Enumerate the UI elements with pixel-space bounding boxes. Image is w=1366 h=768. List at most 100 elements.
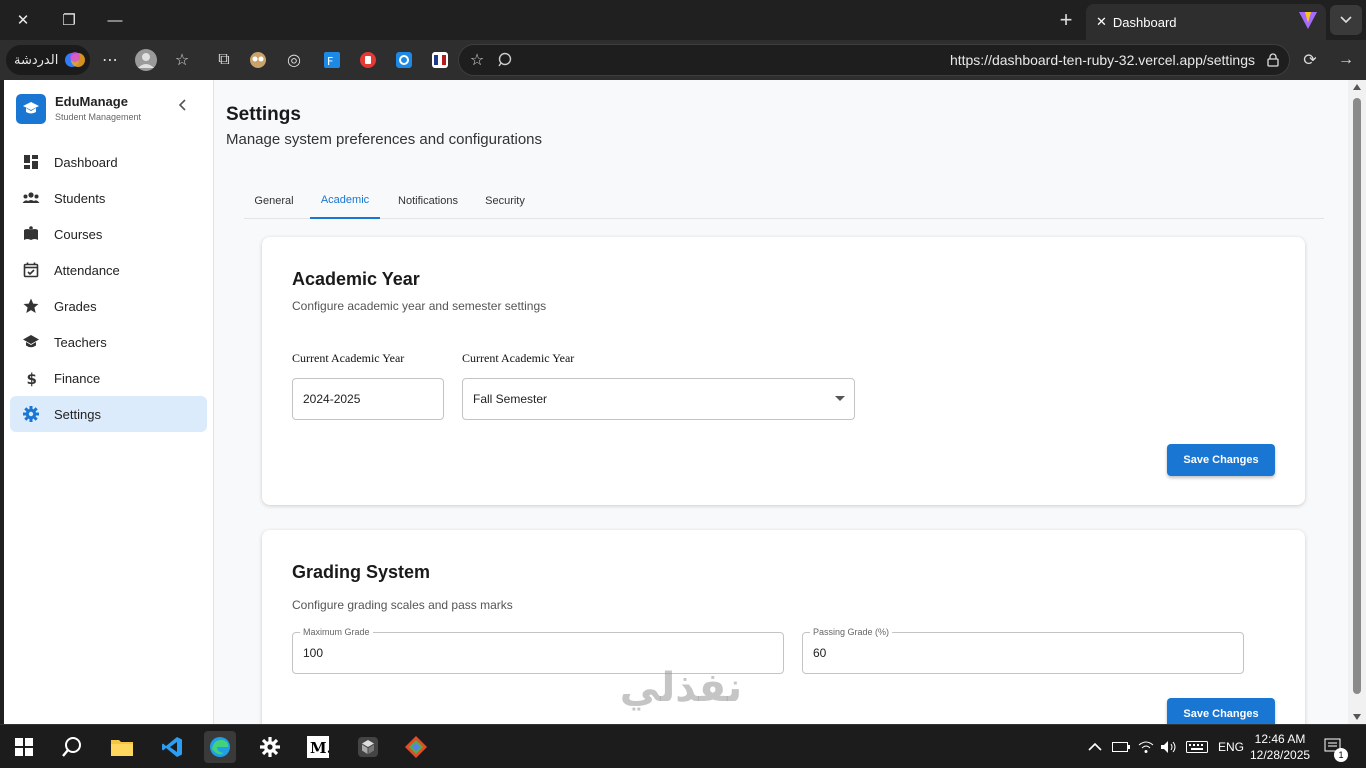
extension-owl-icon[interactable]: [246, 48, 270, 72]
edge-browser-icon[interactable]: [204, 731, 236, 763]
semester-value: Fall Semester: [473, 392, 548, 406]
browser-tab-title: Dashboard: [1112, 14, 1177, 30]
sidebar-item-label: Teachers: [54, 334, 107, 350]
add-favorite-star-icon[interactable]: ☆: [465, 48, 489, 72]
sidebar-item-label: Dashboard: [54, 154, 118, 170]
clock-date: 12/28/2025: [1250, 748, 1311, 762]
academic-year-subtitle: Configure academic year and semester set…: [292, 299, 547, 313]
address-bar[interactable]: ☆ https://dashboard-ten-ruby-32.vercel.a…: [458, 44, 1290, 76]
svg-text:$: $: [27, 370, 37, 387]
sidebar: EduManage Student Management Dashboard S…: [4, 80, 214, 724]
academic-year-label: Current Academic Year: [292, 351, 405, 365]
restore-window-icon[interactable]: ❐: [46, 0, 92, 40]
extensions-icon[interactable]: ⧉: [212, 48, 236, 72]
grading-system-subtitle: Configure grading scales and pass marks: [292, 598, 513, 612]
battery-icon[interactable]: [1112, 725, 1130, 768]
sidebar-item-label: Students: [54, 190, 106, 206]
windows-start-icon[interactable]: [8, 731, 40, 763]
tab-academic[interactable]: Academic: [310, 182, 380, 219]
keyboard-icon[interactable]: [1186, 725, 1208, 768]
lock-icon[interactable]: [1261, 48, 1285, 72]
tab-security[interactable]: Security: [480, 182, 530, 219]
tab-notifications[interactable]: Notifications: [392, 182, 464, 219]
collapse-sidebar-chevron-icon[interactable]: [178, 98, 186, 114]
academic-year-value: 2024-2025: [303, 392, 361, 406]
extension-stop-icon[interactable]: [356, 48, 380, 72]
tab-general[interactable]: General: [244, 182, 304, 219]
sidebar-item-courses[interactable]: Courses: [10, 216, 207, 252]
volume-icon[interactable]: [1160, 725, 1178, 768]
medium-app-icon[interactable]: M.: [302, 731, 334, 763]
grading-system-card: Grading System Configure grading scales …: [262, 530, 1305, 724]
academic-year-input[interactable]: 2024-2025: [292, 378, 444, 420]
sidebar-item-students[interactable]: Students: [10, 180, 207, 216]
search-icon[interactable]: [56, 731, 88, 763]
windows-taskbar: M. ENG 12:46 AM 12/28/2025 1: [0, 724, 1366, 768]
sidebar-item-label: Finance: [54, 370, 101, 386]
sidebar-item-settings[interactable]: Settings: [10, 396, 207, 432]
page-scrollbar[interactable]: [1348, 80, 1366, 724]
dropdown-arrow-icon: [835, 396, 845, 401]
extension-translate-icon[interactable]: F: [320, 48, 344, 72]
notification-center-icon[interactable]: 1: [1324, 725, 1348, 768]
input-language[interactable]: ENG: [1218, 725, 1244, 768]
reload-icon[interactable]: ⟳: [1298, 48, 1322, 72]
academic-year-card: Academic Year Configure academic year an…: [262, 237, 1305, 505]
browser-tab[interactable]: ✕ Dashboard: [1086, 4, 1326, 40]
settings-gear-icon[interactable]: [254, 731, 286, 763]
extension-video-icon[interactable]: [428, 48, 452, 72]
semester-select[interactable]: Fall Semester: [462, 378, 855, 420]
semester-label: Current Academic Year: [462, 351, 575, 365]
sidebar-item-label: Grades: [54, 298, 97, 314]
sidebar-item-label: Attendance: [54, 262, 120, 278]
address-url: https://dashboard-ten-ruby-32.vercel.app…: [949, 52, 1255, 68]
search-chat-icon[interactable]: [493, 48, 517, 72]
maximum-grade-input[interactable]: Maximum Grade 100: [292, 627, 784, 674]
copilot-icon: [65, 52, 86, 67]
extension-q-icon[interactable]: [392, 48, 416, 72]
save-academic-year-button[interactable]: Save Changes: [1167, 444, 1275, 476]
cube-app-icon[interactable]: [352, 731, 384, 763]
more-options-icon[interactable]: ⋯: [98, 48, 122, 72]
dashboard-icon: [24, 155, 38, 169]
copilot-chat-button[interactable]: الدردشة: [6, 45, 90, 75]
extension-target-icon[interactable]: ◎: [282, 48, 306, 72]
show-hidden-icons-chevron-icon[interactable]: [1088, 725, 1102, 768]
school-cap-logo-icon: [16, 94, 46, 124]
tab-menu-chevron-icon[interactable]: [1330, 5, 1362, 35]
scrollbar-thumb[interactable]: [1353, 98, 1361, 694]
sidebar-item-attendance[interactable]: Attendance: [10, 252, 207, 288]
sidebar-item-teachers[interactable]: Teachers: [10, 324, 207, 360]
git-diamond-icon[interactable]: [400, 731, 432, 763]
sidebar-nav: Dashboard Students Courses Attendance Gr…: [10, 144, 207, 432]
sidebar-item-grades[interactable]: Grades: [10, 288, 207, 324]
sidebar-item-finance[interactable]: $ Finance: [10, 360, 207, 396]
people-icon: [22, 192, 40, 203]
passing-grade-value: 60: [813, 646, 827, 660]
system-clock[interactable]: 12:46 AM 12/28/2025: [1250, 731, 1310, 763]
close-window-icon[interactable]: ✕: [0, 0, 46, 40]
close-tab-icon[interactable]: ✕: [1096, 14, 1107, 30]
grading-system-title: Grading System: [292, 562, 431, 582]
school-icon: [23, 335, 39, 348]
browser-toolbar: الدردشة ⋯ ☆ ⧉ ◎ F ☆ https://dashboard-te…: [0, 40, 1366, 80]
favorites-icon[interactable]: ☆: [170, 48, 194, 72]
forward-arrow-icon[interactable]: →: [1334, 48, 1358, 72]
dollar-icon: $: [27, 370, 37, 387]
maximum-grade-value: 100: [303, 646, 324, 660]
scroll-down-arrow-icon[interactable]: [1353, 714, 1361, 720]
passing-grade-input[interactable]: Passing Grade (%) 60: [802, 627, 1244, 674]
save-grading-button[interactable]: Save Changes: [1167, 698, 1275, 724]
file-explorer-icon[interactable]: [106, 731, 138, 763]
settings-tabs: General Academic Notifications Security: [244, 182, 1324, 219]
wifi-icon[interactable]: [1138, 725, 1154, 768]
minimize-window-icon[interactable]: —: [92, 0, 138, 40]
sidebar-item-label: Courses: [54, 226, 103, 242]
academic-year-title: Academic Year: [292, 269, 420, 289]
profile-avatar-icon[interactable]: [134, 48, 158, 72]
sidebar-item-dashboard[interactable]: Dashboard: [10, 144, 207, 180]
book-icon: [24, 226, 38, 240]
new-tab-icon[interactable]: +: [1052, 6, 1080, 34]
vscode-icon[interactable]: [156, 731, 188, 763]
scroll-up-arrow-icon[interactable]: [1353, 84, 1361, 90]
